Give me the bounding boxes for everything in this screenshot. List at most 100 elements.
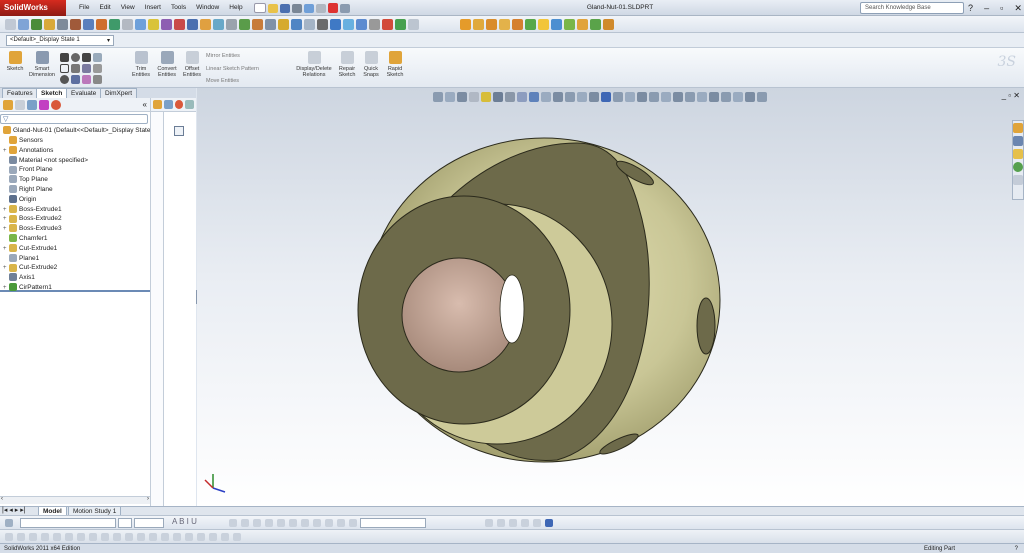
tree-item[interactable]: + Boss-Extrude1 xyxy=(3,204,62,215)
sketch-text-icon[interactable] xyxy=(137,532,145,541)
smart-line-icon[interactable] xyxy=(93,53,102,62)
menu-tools[interactable]: Tools xyxy=(166,0,191,16)
ellipse-icon[interactable] xyxy=(60,75,69,84)
weldment-icon[interactable] xyxy=(473,18,484,30)
outdent-icon[interactable] xyxy=(313,518,321,527)
sketch-polygon-icon[interactable] xyxy=(41,532,49,541)
sketch-offset-icon[interactable] xyxy=(173,532,181,541)
surface-icon[interactable] xyxy=(512,18,523,30)
search-input[interactable]: Search Knowledge Base xyxy=(860,2,964,14)
part-model-view[interactable] xyxy=(197,88,1024,506)
justify-icon[interactable] xyxy=(265,518,273,527)
circle-icon[interactable] xyxy=(71,53,80,62)
display-delete-relations-button[interactable]: Display/Delete Relations xyxy=(294,51,334,78)
sketch-extend-icon[interactable] xyxy=(197,532,205,541)
balloon-icon[interactable] xyxy=(349,518,357,527)
menu-help[interactable]: Help xyxy=(224,0,247,16)
tab-features[interactable]: Features xyxy=(2,88,38,98)
line-style-icon[interactable] xyxy=(509,518,517,527)
close-button[interactable]: ✕ xyxy=(1014,3,1022,14)
save-icon[interactable] xyxy=(279,3,290,13)
font-dropdown[interactable] xyxy=(20,518,116,528)
tab-sketch[interactable]: Sketch xyxy=(36,88,68,98)
tree-item[interactable]: Plane1 xyxy=(3,253,39,264)
text-icon[interactable] xyxy=(82,75,91,84)
text-style-icons[interactable]: A B I U xyxy=(172,517,197,526)
feature-icon[interactable] xyxy=(31,18,42,30)
menu-edit[interactable]: Edit xyxy=(94,0,115,16)
tree-item[interactable]: Axis1 xyxy=(3,273,35,283)
tree-item[interactable]: Top Plane xyxy=(3,175,48,185)
display-style-icon[interactable] xyxy=(135,18,146,30)
tree-filter-input[interactable]: ▽ xyxy=(0,114,148,124)
tree-item[interactable]: Sensors xyxy=(3,136,43,146)
sketch-rectangle-icon[interactable] xyxy=(53,532,61,541)
line-color-icon[interactable] xyxy=(485,518,493,527)
curves-icon[interactable] xyxy=(304,18,315,30)
view-icon[interactable] xyxy=(5,18,16,30)
sheetmetal-icon[interactable] xyxy=(486,18,497,30)
menu-file[interactable]: File xyxy=(74,0,94,16)
hide-edge-icon[interactable] xyxy=(521,518,529,527)
sketch-line-icon[interactable] xyxy=(5,532,13,541)
view-cube-box[interactable] xyxy=(174,126,184,136)
tree-item[interactable]: + Boss-Extrude3 xyxy=(3,224,62,234)
arc-icon[interactable] xyxy=(71,64,80,73)
options-icon[interactable] xyxy=(339,3,350,13)
edit-appearance-icon[interactable] xyxy=(382,18,393,30)
tree-item[interactable]: Origin xyxy=(3,195,36,205)
line-thickness-icon[interactable] xyxy=(497,518,505,527)
zoom-fit-icon[interactable] xyxy=(330,18,341,30)
open-icon[interactable] xyxy=(267,3,278,13)
tree-item[interactable]: Chamfer1 xyxy=(3,234,48,244)
sketch-parabola-icon[interactable] xyxy=(89,532,97,541)
property-manager-tab-icon[interactable] xyxy=(15,99,25,110)
tree-item[interactable]: + CirPattern1 xyxy=(3,283,52,293)
align-left-icon[interactable] xyxy=(229,518,237,527)
tree-item[interactable]: + Cut-Extrude2 xyxy=(3,263,57,273)
design-library-tab-icon[interactable] xyxy=(1013,136,1023,146)
tree-item[interactable]: Material <not specified> xyxy=(3,155,88,166)
ref-geometry-icon[interactable] xyxy=(317,18,328,30)
undo-icon[interactable] xyxy=(303,3,314,13)
hole-icon[interactable] xyxy=(187,18,198,30)
rapid-sketch-button[interactable]: Rapid Sketch xyxy=(384,51,406,78)
rib-icon[interactable] xyxy=(265,18,276,30)
sketch-split-icon[interactable] xyxy=(209,532,217,541)
offset-entities-button[interactable]: Offset Entities xyxy=(181,51,203,78)
scroll-right-icon[interactable]: › xyxy=(147,496,149,502)
align-right-icon[interactable] xyxy=(253,518,261,527)
scene-icon[interactable] xyxy=(395,18,406,30)
config-icon[interactable] xyxy=(163,100,173,109)
menu-insert[interactable]: Insert xyxy=(140,0,166,16)
display-manager-tab-icon[interactable] xyxy=(51,99,61,110)
menu-view[interactable]: View xyxy=(116,0,140,16)
dimension-tool-icon[interactable] xyxy=(57,18,68,30)
line-icon[interactable] xyxy=(60,53,69,62)
appearance-tab-icon[interactable] xyxy=(185,100,194,109)
move-entities-button[interactable]: Move Entities xyxy=(206,78,239,84)
mirror-entities-button[interactable]: Mirror Entities xyxy=(206,53,240,59)
rectangle-icon[interactable] xyxy=(60,64,69,73)
view-settings-icon[interactable] xyxy=(408,18,419,30)
rebuild-icon[interactable] xyxy=(327,3,338,13)
custom-properties-icon[interactable] xyxy=(1013,175,1023,185)
font-size-dropdown[interactable] xyxy=(118,518,132,528)
display-state-dropdown[interactable]: <Default>_Display State 1 ▾ xyxy=(6,35,114,46)
chamfer-tool-icon[interactable] xyxy=(213,18,224,30)
configuration-manager-tab-icon[interactable] xyxy=(27,99,37,110)
feature-manager-tab-icon[interactable] xyxy=(3,99,13,110)
quick-snaps-button[interactable]: Quick Snaps xyxy=(360,51,382,78)
toolbox-icon[interactable] xyxy=(564,18,575,30)
pattern-tool-icon[interactable] xyxy=(226,18,237,30)
sketch-centerline-icon[interactable] xyxy=(125,532,133,541)
design-library-icon[interactable] xyxy=(577,18,588,30)
sketch-circle-icon[interactable] xyxy=(17,532,25,541)
rotate-icon[interactable] xyxy=(96,18,107,30)
layer-icon[interactable] xyxy=(5,518,13,527)
dome-icon[interactable] xyxy=(291,18,302,30)
restore-button[interactable]: ▫ xyxy=(1000,3,1003,13)
trim-entities-button[interactable]: Trim Entities xyxy=(130,51,152,78)
sketch-chamfer-icon[interactable] xyxy=(161,532,169,541)
tab-scroll-icons[interactable]: |◂ ◂ ▸ ▸| xyxy=(2,506,26,514)
